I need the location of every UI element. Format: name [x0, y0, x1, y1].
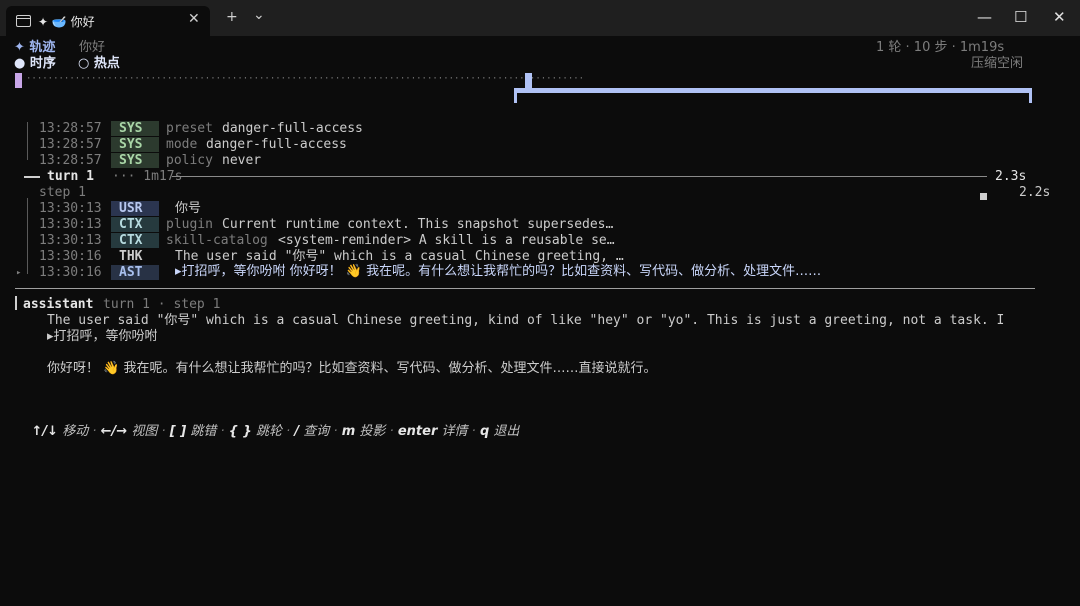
hint-key: q: [479, 424, 490, 439]
key-hints: ↑/↓ 移动 · ←/→ 视图 · [ ] 跳错 · { } 跳轮 · / 查询…: [31, 424, 520, 439]
detail-role: assistant: [23, 297, 94, 312]
row-time: 13:28:57: [39, 137, 102, 152]
hint-label: 查询: [303, 424, 330, 439]
selection-left-bracket: [514, 88, 517, 103]
row-tag: SYS: [111, 153, 159, 168]
row-value: never: [222, 153, 262, 168]
hint-label: 跳轮: [255, 424, 282, 439]
tab-title: ✦ 🥣 你好: [38, 15, 95, 29]
row-value: The user said "你号" which is a casual Chi…: [175, 249, 624, 264]
hint-key: enter: [397, 424, 438, 439]
row-value: danger-full-access: [206, 137, 347, 152]
terminal-tab[interactable]: ✦ 🥣 你好 ✕: [6, 6, 210, 36]
row-tag: AST: [111, 265, 159, 280]
hint-label: 视图: [131, 424, 158, 439]
row-tag: SYS: [111, 137, 159, 152]
app-title: ✦ 轨迹: [14, 40, 56, 55]
row-key: policy: [166, 153, 213, 168]
row-tag: CTX: [111, 217, 159, 232]
terminal-area[interactable]: ✦ 轨迹 你好 1 轮 · 10 步 · 1m19s ● 时序 ○ 热点 压缩空…: [0, 36, 1080, 606]
row-key: skill-catalog: [166, 233, 268, 248]
hint-label: 退出: [493, 424, 520, 439]
selection-right-bracket: [1029, 88, 1032, 103]
hint-key: [ ]: [169, 424, 187, 439]
hint-label: 投影: [359, 424, 386, 439]
row-value: danger-full-access: [222, 121, 363, 136]
timeline-selection: [514, 88, 1032, 93]
row-key: preset: [166, 121, 213, 136]
row-key: plugin: [166, 217, 213, 232]
hint-key: /: [294, 424, 300, 439]
row-value: ▸打招呼，等你吩咐 你好呀！ 👋 我在呢。有什么想让我帮忙的吗？比如查资料、写代…: [175, 264, 822, 279]
tree-guide: [27, 122, 28, 160]
hint-key: ←/→: [100, 424, 128, 439]
tab-close-icon[interactable]: ✕: [188, 11, 200, 27]
detail-divider: [15, 288, 1035, 289]
row-time: 13:30:13: [39, 201, 102, 216]
row-tag: CTX: [111, 233, 159, 248]
row-tag: THK: [119, 249, 143, 264]
hint-key: m: [341, 424, 356, 439]
detail-marker: [15, 296, 17, 310]
step-bar: [980, 193, 987, 200]
row-time: 13:30:16: [39, 265, 102, 280]
hint-key: ↑/↓: [31, 424, 59, 439]
turn-label: turn 1: [47, 169, 94, 184]
detail-thinking: The user said "你号" which is a casual Chi…: [47, 313, 1005, 328]
row-tag: USR: [111, 201, 159, 216]
window-titlebar: ✦ 🥣 你好 ✕ + ⌄ — ☐ ✕: [0, 0, 1080, 36]
row-time: 13:28:57: [39, 121, 102, 136]
detail-summary[interactable]: ▸打招呼，等你吩咐: [47, 329, 158, 345]
maximize-button[interactable]: ☐: [1014, 8, 1027, 26]
hint-key: { }: [228, 424, 252, 439]
hint-label: 跳错: [190, 424, 217, 439]
session-name: 你好: [79, 40, 106, 55]
row-time: 13:30:16: [39, 249, 102, 264]
row-value: <system-reminder> A skill is a reusable …: [278, 233, 615, 248]
detail-meta: turn 1 · step 1: [103, 297, 221, 312]
turn-marker: [24, 176, 40, 178]
hint-label: 移动: [62, 424, 89, 439]
mode-label: 压缩空闲: [971, 56, 1024, 71]
row-value: 你号: [175, 201, 202, 216]
close-window-button[interactable]: ✕: [1053, 8, 1066, 26]
timeline-cursor[interactable]: [525, 73, 532, 88]
row-time: 13:28:57: [39, 153, 102, 168]
hint-label: 详情: [441, 424, 468, 439]
new-tab-button[interactable]: +: [226, 9, 238, 25]
tree-guide: [27, 198, 28, 274]
session-stats: 1 轮 · 10 步 · 1m19s: [876, 40, 1005, 55]
tab-dropdown-button[interactable]: ⌄: [253, 7, 265, 23]
selection-caret-icon: ▸: [16, 268, 22, 278]
row-time: 13:30:13: [39, 233, 102, 248]
view-tab-hotspot[interactable]: ○ 热点: [78, 56, 120, 72]
view-tab-timeline[interactable]: ● 时序: [14, 56, 56, 72]
row-key: mode: [166, 137, 198, 152]
row-tag: SYS: [111, 121, 159, 136]
turn-duration: 2.3s: [995, 169, 1027, 184]
detail-reply: 你好呀！ 👋 我在呢。有什么想让我帮忙的吗？比如查资料、写代码、做分析、处理文件…: [47, 361, 657, 376]
step-label: step 1: [39, 185, 86, 200]
minimize-button[interactable]: —: [977, 8, 992, 26]
turn-rule: [172, 176, 987, 177]
timeline-start-marker: [15, 73, 22, 88]
row-value: Current runtime context. This snapshot s…: [222, 217, 614, 232]
terminal-icon: [16, 15, 31, 27]
row-time: 13:30:13: [39, 217, 102, 232]
step-duration: 2.2s: [1019, 185, 1051, 200]
turn-elapsed: ··· 1m17s: [112, 169, 183, 184]
